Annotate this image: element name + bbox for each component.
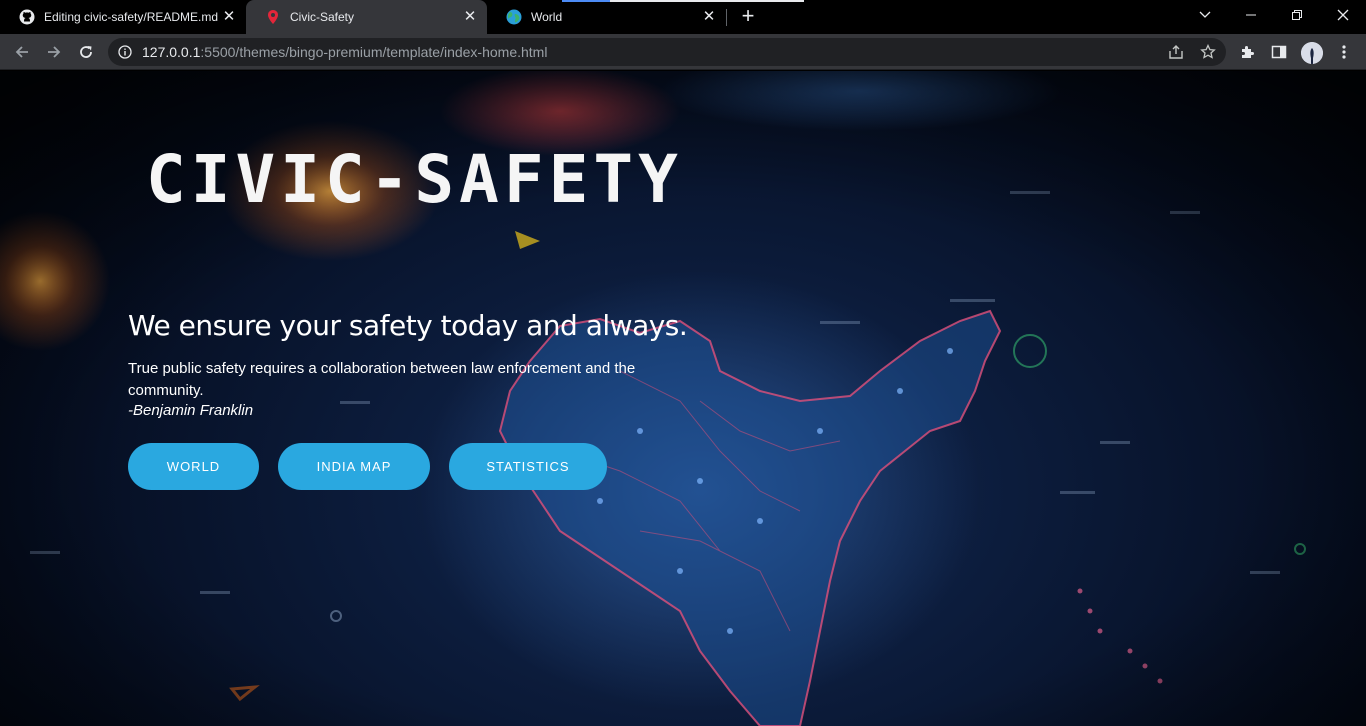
close-tab-icon[interactable]: ✕ (699, 7, 719, 27)
url-text: 127.0.0.1:5500/themes/bingo-premium/temp… (142, 44, 547, 60)
map-pin-icon (265, 9, 281, 25)
close-window-icon[interactable] (1320, 0, 1366, 30)
bookmark-star-icon[interactable] (1194, 38, 1222, 66)
tab-world[interactable]: World ✕ (487, 0, 726, 34)
new-tab-button[interactable]: + (736, 5, 760, 29)
site-logo[interactable]: CIVIC-SAFETY (146, 143, 683, 217)
hero-headline: We ensure your safety today and always. (128, 309, 688, 342)
tab-civic-safety[interactable]: Civic-Safety ✕ (246, 0, 487, 34)
quote-author: -Benjamin Franklin (128, 402, 254, 419)
tab-separator (726, 9, 727, 26)
extensions-icon[interactable] (1233, 38, 1261, 66)
world-button[interactable]: WORLD (128, 443, 259, 490)
close-tab-icon[interactable]: ✕ (219, 7, 239, 27)
hero-quote: True public safety requires a collaborat… (128, 360, 636, 399)
tab-loading-indicator (562, 0, 804, 2)
hero-section: CIVIC-SAFETY We ensure your safety today… (0, 71, 1366, 726)
url-path: :5500/themes/bingo-premium/template/inde… (200, 44, 548, 60)
url-host: 127.0.0.1 (142, 44, 201, 60)
minimize-icon[interactable] (1228, 0, 1274, 30)
tab-title: World (531, 10, 563, 24)
restore-icon[interactable] (1274, 0, 1320, 30)
profile-avatar[interactable] (1301, 42, 1323, 64)
more-menu-icon[interactable] (1330, 38, 1358, 66)
tab-title: Civic-Safety (290, 10, 355, 24)
back-icon[interactable] (8, 38, 36, 66)
close-tab-icon[interactable]: ✕ (460, 7, 480, 27)
address-bar[interactable]: 127.0.0.1:5500/themes/bingo-premium/temp… (108, 38, 1226, 66)
browser-toolbar: 127.0.0.1:5500/themes/bingo-premium/temp… (0, 34, 1366, 70)
share-icon[interactable] (1162, 38, 1190, 66)
tab-title: Editing civic-safety/README.md (44, 10, 219, 24)
reload-icon[interactable] (72, 38, 100, 66)
tab-search-icon[interactable] (1182, 0, 1228, 30)
tab-github-readme[interactable]: Editing civic-safety/README.md ✕ (0, 0, 246, 34)
site-info-icon[interactable] (118, 45, 132, 59)
github-icon (19, 9, 35, 25)
forward-icon[interactable] (40, 38, 68, 66)
statistics-button[interactable]: STATISTICS (449, 443, 607, 490)
india-map-button[interactable]: INDIA MAP (278, 443, 430, 490)
tab-strip: Editing civic-safety/README.md ✕ Civic-S… (0, 0, 1366, 34)
side-panel-icon[interactable] (1265, 38, 1293, 66)
globe-icon (506, 9, 522, 25)
